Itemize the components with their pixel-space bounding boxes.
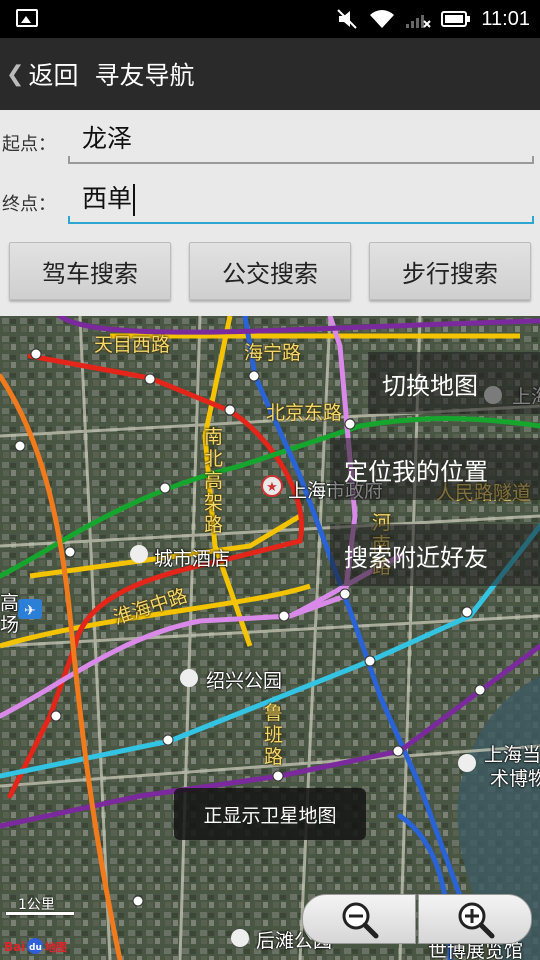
svg-text:✈: ✈ [24,603,36,619]
switch-map-button[interactable]: 切换地图 [368,352,540,414]
start-value: 龙泽 [82,124,133,153]
map-view[interactable]: ★ ✈ 天目西路 海宁路 北京东路 南北高架路 上海市政府 河南路 人民路隧道 … [0,316,540,960]
map-label-museum-line2: 术博物 [490,768,540,790]
mute-icon [337,9,358,29]
clock: 11:01 [481,7,530,30]
map-label-beijing-east-road: 北京东路 [266,402,343,424]
end-row: 终点： 西单 [0,170,540,226]
map-label-city-hotel: 城市酒店 [154,548,231,570]
text-cursor [133,184,136,216]
drive-search-button[interactable]: 驾车搜索 [9,242,171,300]
map-label-tianmu-road: 天目西路 [94,334,171,356]
map-scale: 1公里 [6,894,76,915]
end-label: 终点： [2,194,56,215]
svg-text:du: du [29,943,42,953]
end-input[interactable]: 西单 [68,176,534,224]
svg-text:★: ★ [266,480,278,495]
start-label: 起点： [2,134,56,155]
start-input[interactable]: 龙泽 [68,116,534,164]
zoom-out-icon [342,902,379,939]
signal-icon [406,15,432,28]
map-label-nanbei-elevated: 南北高架路 [204,426,224,536]
page-title: 寻友导航 [94,61,195,90]
map-label-museum-line1: 上海当 [484,744,540,766]
status-bar: 11:01 [0,0,540,38]
locate-me-button[interactable]: 定位我的位置 [330,438,540,500]
zoom-in-button[interactable] [418,894,532,944]
baidu-logo: Bai du 地图 [4,936,74,959]
end-value: 西单 [82,184,133,213]
map-label-shaoxing-park: 绍兴公园 [206,670,283,692]
start-row: 起点： 龙泽 [0,110,540,166]
svg-text:地图: 地图 [45,940,67,954]
zoom-out-button[interactable] [302,894,416,944]
toast-message: 正显示卫星地图 [174,788,366,840]
back-label: 返回 [28,61,79,90]
title-bar: ❮ 返回 寻友导航 [0,38,540,110]
walk-search-button[interactable]: 步行搜索 [369,242,531,300]
scale-label: 1公里 [18,897,55,913]
map-label-haining-road: 海宁路 [244,342,302,364]
wifi-icon [370,10,395,28]
svg-text:Bai: Bai [4,940,25,954]
route-form: 起点： 龙泽 终点： 西单 驾车搜索 公交搜索 步行搜索 [0,110,540,316]
map-label-left-edge-2: 场 [0,614,20,636]
search-nearby-friends-button[interactable]: 搜索附近好友 [330,524,540,586]
map-label-luban-road: 鲁班路 [264,702,284,768]
chevron-left-icon: ❮ [6,61,25,87]
search-buttons: 驾车搜索 公交搜索 步行搜索 [0,240,540,302]
status-icons: 11:01 [335,6,530,32]
image-notification-icon [16,9,38,27]
zoom-in-icon [458,902,495,939]
back-button[interactable]: ❮ 返回 [0,38,78,110]
transit-search-button[interactable]: 公交搜索 [189,242,351,300]
battery-icon [441,11,471,27]
